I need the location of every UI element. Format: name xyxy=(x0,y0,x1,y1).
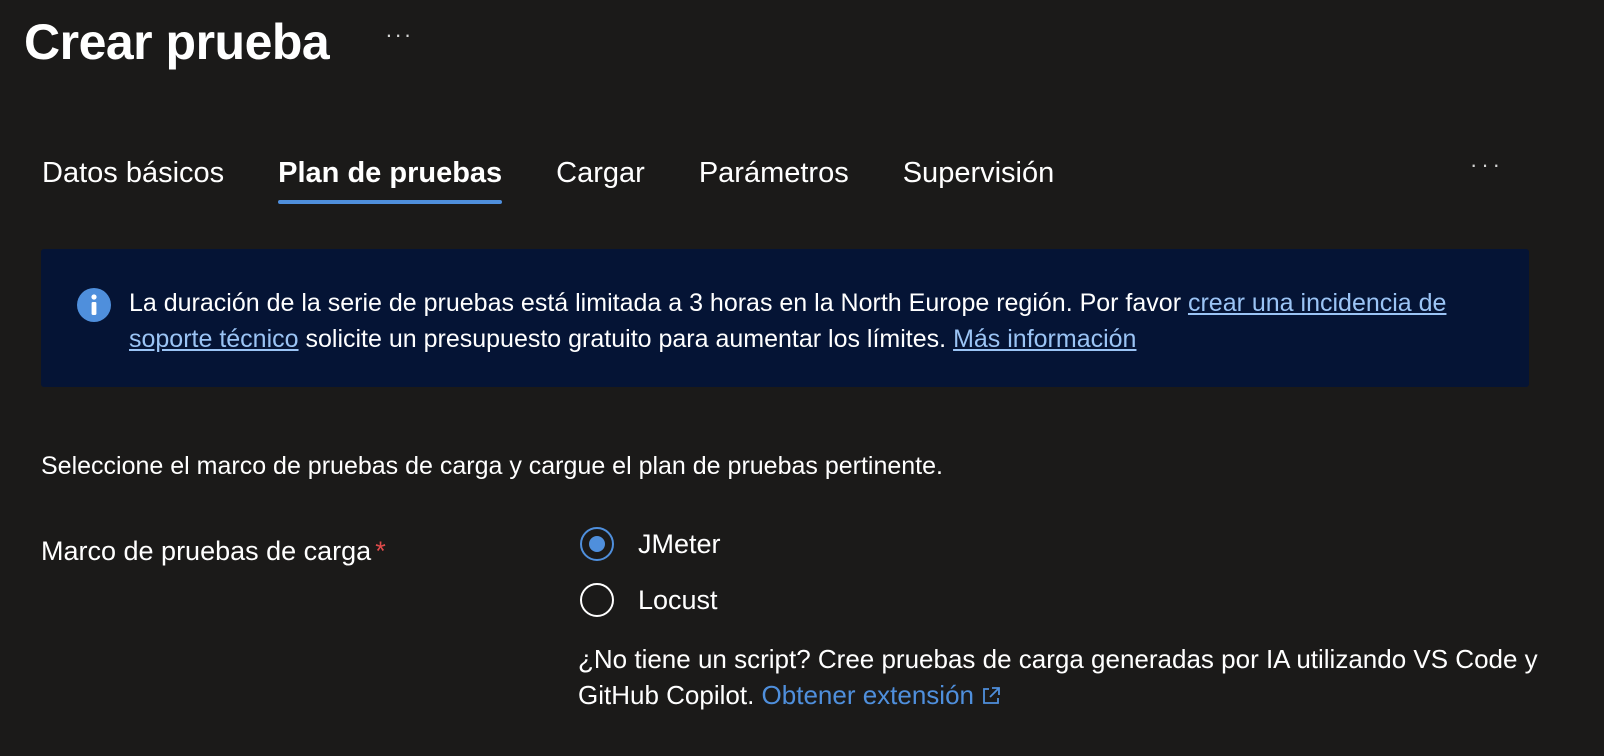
create-test-page: Crear prueba ··· Datos básicos Plan de p… xyxy=(0,0,1604,756)
info-banner: La duración de la serie de pruebas está … xyxy=(41,249,1529,387)
info-text-part1: La duración de la serie de pruebas está … xyxy=(129,289,1188,317)
radio-button-locust[interactable] xyxy=(580,583,614,617)
tab-plan-de-pruebas[interactable]: Plan de pruebas xyxy=(278,148,503,204)
external-link-icon xyxy=(983,687,1000,704)
helper-message: ¿No tiene un script? Cree pruebas de car… xyxy=(578,644,1538,710)
radio-option-jmeter[interactable]: JMeter xyxy=(580,523,721,565)
framework-radio-group: JMeter Locust xyxy=(580,523,721,635)
more-info-link[interactable]: Más información xyxy=(953,325,1136,353)
tabs-overflow-button[interactable]: ··· xyxy=(1470,152,1504,178)
title-row: Crear prueba ··· xyxy=(24,8,413,76)
radio-label-jmeter: JMeter xyxy=(638,529,721,559)
tab-cargar[interactable]: Cargar xyxy=(556,148,645,204)
radio-label-locust: Locust xyxy=(638,585,718,615)
instructions-text: Seleccione el marco de pruebas de carga … xyxy=(41,452,943,480)
helper-text: ¿No tiene un script? Cree pruebas de car… xyxy=(578,641,1538,713)
info-banner-message: La duración de la serie de pruebas está … xyxy=(129,285,1499,357)
get-extension-label: Obtener extensión xyxy=(761,680,974,710)
framework-field-label: Marco de pruebas de carga * xyxy=(41,532,386,570)
page-title: Crear prueba xyxy=(24,14,330,70)
framework-label-text: Marco de pruebas de carga xyxy=(41,536,372,566)
tab-datos-basicos[interactable]: Datos básicos xyxy=(42,148,224,204)
required-indicator: * xyxy=(375,536,386,566)
tab-list: Datos básicos Plan de pruebas Cargar Par… xyxy=(42,148,1108,204)
info-text-part2: solicite un presupuesto gratuito para au… xyxy=(298,325,954,353)
tab-supervision[interactable]: Supervisión xyxy=(903,148,1055,204)
info-icon xyxy=(77,288,111,322)
radio-button-jmeter[interactable] xyxy=(580,527,614,561)
radio-option-locust[interactable]: Locust xyxy=(580,579,721,621)
tab-parametros[interactable]: Parámetros xyxy=(699,148,849,204)
more-actions-button[interactable]: ··· xyxy=(385,20,413,50)
get-extension-link[interactable]: Obtener extensión xyxy=(762,680,1002,710)
